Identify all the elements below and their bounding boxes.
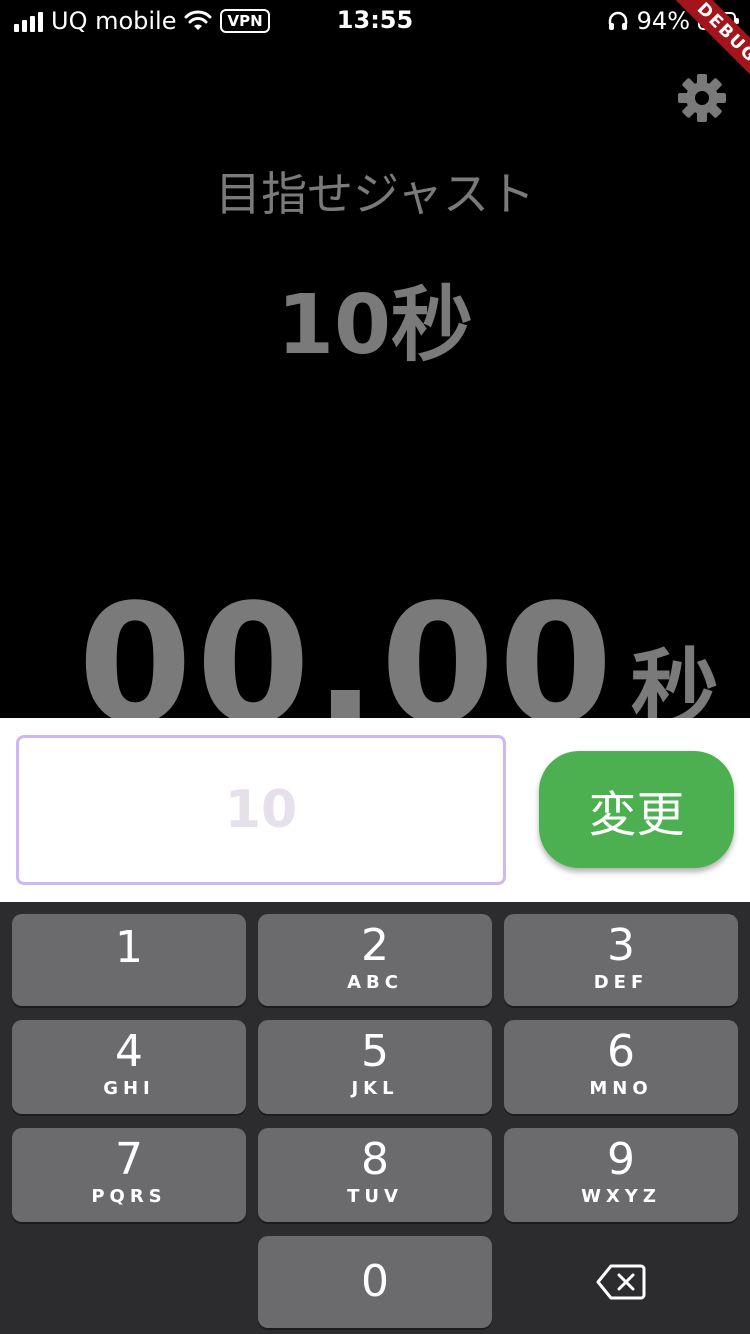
key-letters: TUV — [347, 1186, 403, 1207]
key-digit: 6 — [607, 1026, 635, 1077]
key-7[interactable]: 7 PQRS — [12, 1128, 246, 1222]
change-button[interactable]: 変更 — [539, 751, 734, 868]
key-digit: 7 — [115, 1134, 143, 1185]
key-digit: 8 — [361, 1134, 389, 1185]
timer-digits: 00.00 — [78, 575, 617, 719]
numeric-keypad: 1 2 ABC 3 DEF 4 GHI 5 JKL 6 MNO 7 PQRS 8… — [0, 902, 750, 1334]
key-letters: WXYZ — [581, 1186, 661, 1207]
key-2[interactable]: 2 ABC — [258, 914, 492, 1006]
key-1[interactable]: 1 — [12, 914, 246, 1006]
key-3[interactable]: 3 DEF — [504, 914, 738, 1006]
key-letters: MNO — [589, 1078, 653, 1099]
key-digit: 3 — [607, 920, 635, 971]
headphones-icon — [608, 11, 627, 30]
input-area: 変更 — [0, 718, 750, 902]
backspace-key[interactable] — [504, 1236, 738, 1328]
key-0[interactable]: 0 — [258, 1236, 492, 1328]
key-letters: DEF — [593, 972, 649, 993]
battery-percent: 94% — [636, 7, 690, 35]
seconds-input[interactable] — [16, 735, 506, 885]
key-digit: 1 — [115, 922, 143, 973]
key-9[interactable]: 9 WXYZ — [504, 1128, 738, 1222]
target-seconds: 10秒 — [276, 278, 474, 373]
gear-icon — [678, 74, 726, 122]
page-title: 目指せジャスト — [215, 167, 535, 221]
key-letters: JKL — [351, 1078, 399, 1099]
timer-unit: 秒 — [630, 639, 719, 718]
key-4[interactable]: 4 GHI — [12, 1020, 246, 1114]
timer-display: 00.00 秒 — [0, 575, 750, 719]
backspace-icon — [596, 1264, 646, 1300]
key-6[interactable]: 6 MNO — [504, 1020, 738, 1114]
status-bar: UQ mobile VPN 13:55 94% — [0, 0, 750, 40]
key-digit: 9 — [607, 1134, 635, 1185]
settings-button[interactable] — [676, 72, 728, 124]
key-5[interactable]: 5 JKL — [258, 1020, 492, 1114]
key-digit: 5 — [361, 1026, 389, 1077]
key-8[interactable]: 8 TUV — [258, 1128, 492, 1222]
battery-icon — [698, 12, 739, 30]
key-letters: ABC — [347, 972, 403, 993]
key-letters: PQRS — [91, 1186, 167, 1207]
key-digit: 2 — [361, 920, 389, 971]
key-digit: 0 — [361, 1256, 389, 1307]
status-right: 94% — [607, 6, 739, 36]
key-letters: GHI — [103, 1078, 155, 1099]
key-digit: 4 — [115, 1026, 143, 1077]
